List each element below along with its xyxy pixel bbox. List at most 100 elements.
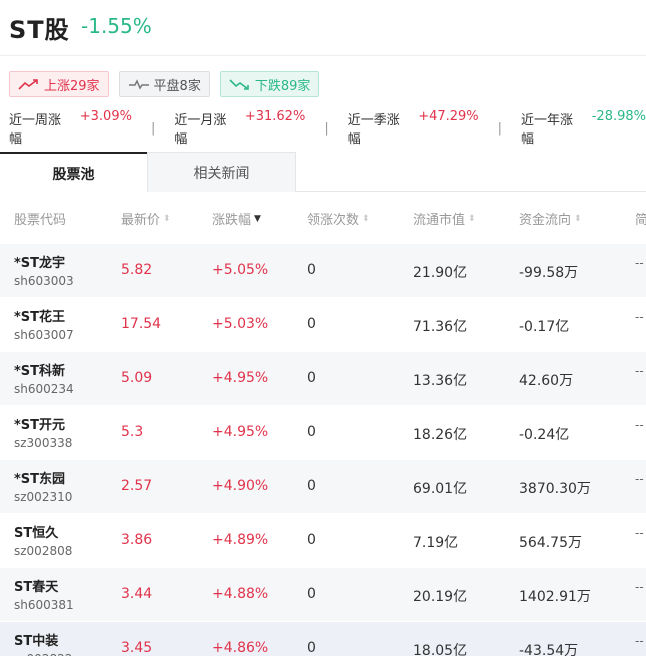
- stock-code: sz002310: [14, 490, 73, 504]
- col-flow-header[interactable]: 资金流向 ⬍: [519, 209, 582, 228]
- period-label: 近一季涨幅: [347, 113, 400, 147]
- pulse-icon: [128, 79, 149, 90]
- page-title: ST股: [9, 16, 70, 44]
- fund-flow: -43.54万: [519, 643, 579, 656]
- stock-price: 5.82: [121, 262, 153, 278]
- lead-times: 0: [307, 424, 316, 440]
- fund-flow: -0.17亿: [519, 319, 570, 335]
- market-cap: 71.36亿: [413, 319, 468, 335]
- period-value: -28.98%: [591, 109, 646, 124]
- up-count-badge[interactable]: 上涨29家: [9, 71, 109, 97]
- market-cap: 18.05亿: [413, 643, 468, 656]
- fund-flow: 42.60万: [519, 373, 574, 389]
- market-cap: 18.26亿: [413, 427, 468, 443]
- flat-count-badge[interactable]: 平盘8家: [118, 71, 210, 97]
- lead-times: 0: [307, 478, 316, 494]
- extra-value: --: [635, 364, 644, 378]
- period-label: 近一周涨幅: [9, 113, 62, 147]
- extra-value: --: [635, 472, 644, 486]
- lead-times: 0: [307, 370, 316, 386]
- stock-name[interactable]: *ST东园: [14, 468, 65, 487]
- stock-code: sh600381: [14, 598, 74, 612]
- stock-name[interactable]: ST恒久: [14, 522, 58, 541]
- period-month: 近一月涨幅 +31.62%: [174, 109, 305, 147]
- table-row[interactable]: ST春天 sh600381 3.44 +4.88% 0 20.19亿 1402.…: [0, 568, 646, 622]
- down-count-badge[interactable]: 下跌89家: [219, 71, 320, 97]
- market-cap: 21.90亿: [413, 265, 468, 281]
- stock-change: +5.05%: [212, 262, 269, 278]
- fund-flow: 564.75万: [519, 535, 582, 551]
- table-row[interactable]: *ST东园 sz002310 2.57 +4.90% 0 69.01亿 3870…: [0, 460, 646, 514]
- stock-name[interactable]: *ST龙宇: [14, 252, 65, 271]
- stock-code: sz300338: [14, 436, 73, 450]
- col-cap-header[interactable]: 流通市值 ⬍: [413, 209, 476, 228]
- stock-name[interactable]: *ST科新: [14, 360, 65, 379]
- stock-price: 17.54: [121, 316, 162, 332]
- divider: |: [324, 120, 329, 136]
- extra-value: --: [635, 418, 644, 432]
- extra-value: --: [635, 310, 644, 324]
- lead-times: 0: [307, 316, 316, 332]
- col-label: 股票代码: [14, 213, 67, 228]
- stock-change: +4.88%: [212, 586, 269, 602]
- stock-code: sz002822: [14, 652, 72, 656]
- stock-name[interactable]: *ST开元: [14, 414, 65, 433]
- stock-code: sz002808: [14, 544, 73, 558]
- stock-change: +4.89%: [212, 532, 269, 548]
- stock-price: 3.44: [121, 586, 153, 602]
- sort-icon: ⬍: [468, 213, 476, 224]
- extra-value: --: [635, 634, 644, 648]
- stock-code: sh603007: [14, 328, 74, 342]
- stock-price: 5.3: [121, 424, 144, 440]
- period-label: 近一月涨幅: [174, 113, 227, 147]
- extra-value: --: [635, 526, 644, 540]
- market-cap: 20.19亿: [413, 589, 468, 605]
- fund-flow: 3870.30万: [519, 481, 591, 497]
- trend-up-icon: [18, 79, 38, 90]
- divider: |: [150, 120, 156, 136]
- period-returns: 近一周涨幅 +3.09% | 近一月涨幅 +31.62% | 近一季涨幅 +47…: [9, 109, 646, 147]
- flat-count-label: 平盘8家: [153, 78, 201, 94]
- tab-related-news[interactable]: 相关新闻: [147, 152, 296, 192]
- table-row[interactable]: *ST科新 sh600234 5.09 +4.95% 0 13.36亿 42.6…: [0, 352, 646, 406]
- table-row[interactable]: *ST龙宇 sh603003 5.82 +5.05% 0 21.90亿 -99.…: [0, 244, 646, 298]
- table-row[interactable]: *ST花王 sh603007 17.54 +5.03% 0 71.36亿 -0.…: [0, 298, 646, 352]
- period-week: 近一周涨幅 +3.09%: [9, 109, 132, 147]
- market-cap: 69.01亿: [413, 481, 468, 497]
- col-change-header[interactable]: 涨跌幅 ▼: [212, 209, 261, 228]
- market-cap: 13.36亿: [413, 373, 468, 389]
- stock-name[interactable]: *ST花王: [14, 306, 65, 325]
- stock-change: +4.95%: [212, 370, 269, 386]
- col-times-header[interactable]: 领涨次数 ⬍: [307, 209, 370, 228]
- fund-flow: -99.58万: [519, 265, 579, 281]
- period-quarter: 近一季涨幅 +47.29%: [348, 109, 479, 147]
- table-row[interactable]: ST中装 sz002822 3.45 +4.86% 0 18.05亿 -43.5…: [0, 622, 646, 656]
- col-label: 简: [635, 213, 646, 228]
- stock-change: +4.95%: [212, 424, 269, 440]
- lead-times: 0: [307, 262, 316, 278]
- up-count-label: 上涨29家: [44, 78, 100, 94]
- table-header: 股票代码 最新价 ⬍ 涨跌幅 ▼ 领涨次数 ⬍ 流通市值 ⬍ 资金流向 ⬍ 简: [0, 192, 646, 242]
- col-extra-header: 简: [635, 209, 646, 228]
- stock-price: 2.57: [121, 478, 153, 494]
- stock-change: +4.90%: [212, 478, 269, 494]
- extra-value: --: [635, 580, 644, 594]
- stock-change: +5.03%: [212, 316, 269, 332]
- period-value: +47.29%: [418, 109, 479, 124]
- tab-stock-pool[interactable]: 股票池: [0, 152, 147, 193]
- sort-desc-icon: ▼: [254, 213, 261, 224]
- table-row[interactable]: *ST开元 sz300338 5.3 +4.95% 0 18.26亿 -0.24…: [0, 406, 646, 460]
- col-price-header[interactable]: 最新价 ⬍: [121, 209, 171, 228]
- col-label: 最新价: [121, 213, 161, 228]
- table-row[interactable]: ST恒久 sz002808 3.86 +4.89% 0 7.19亿 564.75…: [0, 514, 646, 568]
- lead-times: 0: [307, 532, 316, 548]
- stock-name[interactable]: ST中装: [14, 630, 58, 649]
- period-year: 近一年涨幅 -28.98%: [521, 109, 646, 147]
- stock-name[interactable]: ST春天: [14, 576, 58, 595]
- trend-down-icon: [229, 79, 249, 90]
- stock-code: sh600234: [14, 382, 74, 396]
- stock-code: sh603003: [14, 274, 74, 288]
- fund-flow: 1402.91万: [519, 589, 591, 605]
- col-label: 资金流向: [519, 213, 572, 228]
- period-value: +31.62%: [244, 109, 306, 124]
